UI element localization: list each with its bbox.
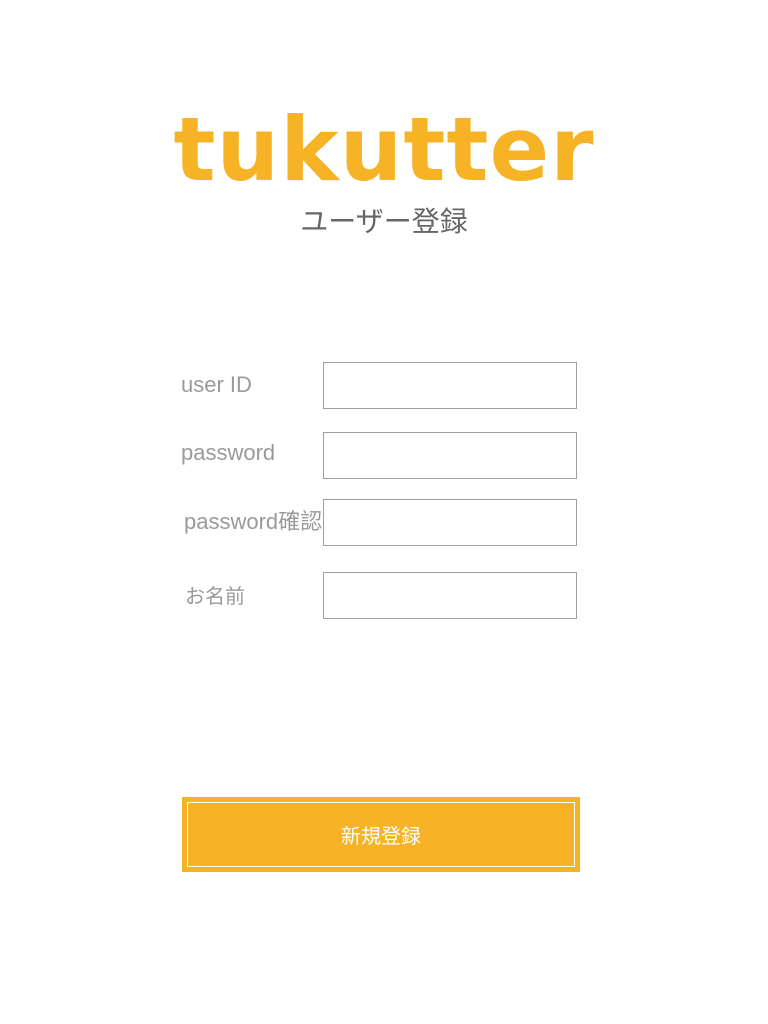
password-confirm-label: password確認 bbox=[184, 509, 323, 534]
password-input[interactable] bbox=[323, 432, 577, 479]
register-button[interactable]: 新規登録 bbox=[182, 797, 580, 872]
password-label: password bbox=[181, 440, 276, 465]
name-label: お名前 bbox=[185, 584, 245, 608]
page-title: ユーザー登録 bbox=[300, 205, 468, 238]
password-confirm-input[interactable] bbox=[323, 499, 577, 546]
name-input[interactable] bbox=[323, 572, 577, 619]
app-logo: tukutter bbox=[173, 98, 595, 201]
register-button-label: 新規登録 bbox=[187, 802, 575, 867]
user-id-input[interactable] bbox=[323, 362, 577, 409]
user-id-label: user ID bbox=[181, 372, 252, 397]
